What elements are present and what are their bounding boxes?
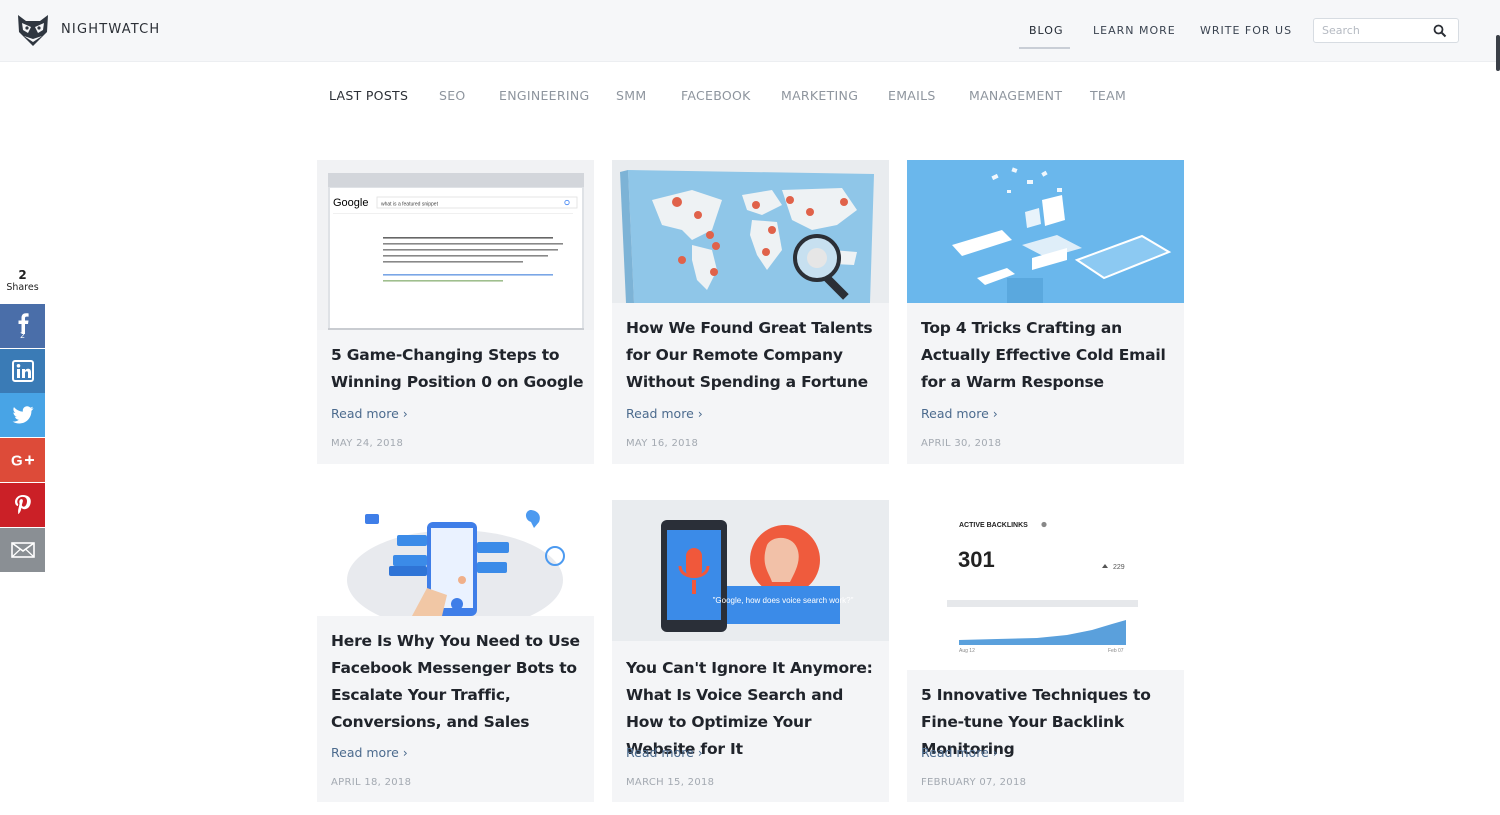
search-box	[1313, 18, 1459, 43]
share-google-plus-button[interactable]: G	[0, 438, 45, 482]
share-twitter-button[interactable]	[0, 393, 45, 437]
backlinks-chart-illustration: ACTIVE BACKLINKS 301 229 Aug 12 Feb 07	[947, 521, 1138, 654]
linkedin-icon	[11, 360, 34, 382]
category-seo[interactable]: SEO	[439, 88, 466, 103]
post-thumbnail[interactable]: Google what is a featured snippet	[317, 160, 594, 330]
messenger-bot-illustration	[347, 510, 565, 616]
post-date: FEBRUARY 07, 2018	[921, 777, 1027, 788]
share-pinterest-button[interactable]	[0, 483, 45, 527]
mail-icon	[10, 542, 35, 558]
voice-search-illustration: "Google, how does voice search work?"	[661, 520, 854, 632]
post-card[interactable]: ACTIVE BACKLINKS 301 229 Aug 12 Feb 07 5…	[907, 500, 1184, 802]
post-thumbnail[interactable]: "Google, how does voice search work?"	[612, 500, 889, 641]
read-more-link[interactable]: Read more ›	[921, 745, 998, 760]
post-date: MAY 16, 2018	[626, 438, 699, 449]
post-title[interactable]: Here Is Why You Need to Use Facebook Mes…	[331, 628, 586, 736]
post-thumbnail[interactable]	[317, 500, 594, 616]
cold-email-illustration	[952, 167, 1172, 303]
search-icon[interactable]	[1433, 24, 1447, 38]
category-last-posts[interactable]: LAST POSTS	[329, 88, 408, 103]
voice-bubble-text: "Google, how does voice search work?"	[713, 596, 854, 605]
read-more-link[interactable]: Read more ›	[626, 406, 703, 421]
post-date: APRIL 18, 2018	[331, 777, 412, 788]
world-map-illustration	[620, 170, 874, 303]
share-linkedin-button[interactable]	[0, 349, 45, 393]
post-date: MAY 24, 2018	[331, 438, 404, 449]
nav-write-for-us[interactable]: WRITE FOR US	[1200, 24, 1292, 37]
post-thumbnail[interactable]	[907, 160, 1184, 303]
backlinks-delta: 229	[1113, 564, 1125, 571]
backlinks-value: 301	[958, 547, 995, 572]
share-facebook-button[interactable]: 2	[0, 304, 45, 348]
nav-active-underline	[1019, 47, 1070, 49]
category-engineering[interactable]: ENGINEERING	[499, 88, 589, 103]
twitter-icon	[12, 406, 33, 424]
category-management[interactable]: MANAGEMENT	[969, 88, 1062, 103]
category-facebook[interactable]: FACEBOOK	[681, 88, 751, 103]
search-input[interactable]	[1322, 22, 1426, 39]
share-count: 2	[18, 268, 27, 282]
share-email-button[interactable]	[0, 528, 45, 572]
read-more-link[interactable]: Read more ›	[331, 406, 408, 421]
facebook-share-count: 2	[19, 331, 26, 340]
chart-end-label: Feb 07	[1108, 648, 1124, 654]
snippet-search-text: what is a featured snippet	[381, 202, 439, 208]
share-counter: 2 Shares	[0, 269, 45, 294]
post-card[interactable]: "Google, how does voice search work?" Yo…	[612, 500, 889, 802]
nav-blog[interactable]: BLOG	[1029, 24, 1063, 37]
brand-name[interactable]: NIGHTWATCH	[61, 22, 160, 37]
read-more-link[interactable]: Read more ›	[331, 745, 408, 760]
post-date: MARCH 15, 2018	[626, 777, 715, 788]
pinterest-icon	[14, 495, 31, 515]
post-date: APRIL 30, 2018	[921, 438, 1002, 449]
backlinks-label: ACTIVE BACKLINKS	[959, 522, 1028, 529]
category-smm[interactable]: SMM	[616, 88, 646, 103]
post-card[interactable]: Top 4 Tricks Crafting an Actually Effect…	[907, 160, 1184, 464]
post-thumbnail[interactable]: ACTIVE BACKLINKS 301 229 Aug 12 Feb 07	[907, 500, 1184, 670]
share-label: Shares	[6, 282, 39, 293]
google-plus-icon: G	[11, 453, 34, 469]
owl-logo-icon[interactable]	[16, 12, 50, 48]
chart-start-label: Aug 12	[959, 648, 975, 654]
category-emails[interactable]: EMAILS	[888, 88, 936, 103]
read-more-link[interactable]: Read more ›	[921, 406, 998, 421]
svg-text:G: G	[11, 453, 23, 469]
google-logo-text: Google	[333, 197, 368, 209]
category-marketing[interactable]: MARKETING	[781, 88, 858, 103]
post-thumbnail[interactable]	[612, 160, 889, 303]
read-more-link[interactable]: Read more ›	[626, 745, 703, 760]
category-team[interactable]: TEAM	[1090, 88, 1126, 103]
post-card[interactable]: Google what is a featured snippet 5 Game…	[317, 160, 594, 464]
google-snippet-illustration: Google what is a featured snippet	[328, 173, 584, 330]
post-title[interactable]: Top 4 Tricks Crafting an Actually Effect…	[921, 315, 1176, 396]
nav-learn-more[interactable]: LEARN MORE	[1093, 24, 1176, 37]
scrollbar-thumb[interactable]	[1496, 35, 1500, 71]
post-card[interactable]: Here Is Why You Need to Use Facebook Mes…	[317, 500, 594, 802]
post-title[interactable]: 5 Game-Changing Steps to Winning Positio…	[331, 342, 586, 396]
post-title[interactable]: How We Found Great Talents for Our Remot…	[626, 315, 881, 396]
post-card[interactable]: How We Found Great Talents for Our Remot…	[612, 160, 889, 464]
site-header: NIGHTWATCH BLOG LEARN MORE WRITE FOR US	[0, 0, 1500, 71]
